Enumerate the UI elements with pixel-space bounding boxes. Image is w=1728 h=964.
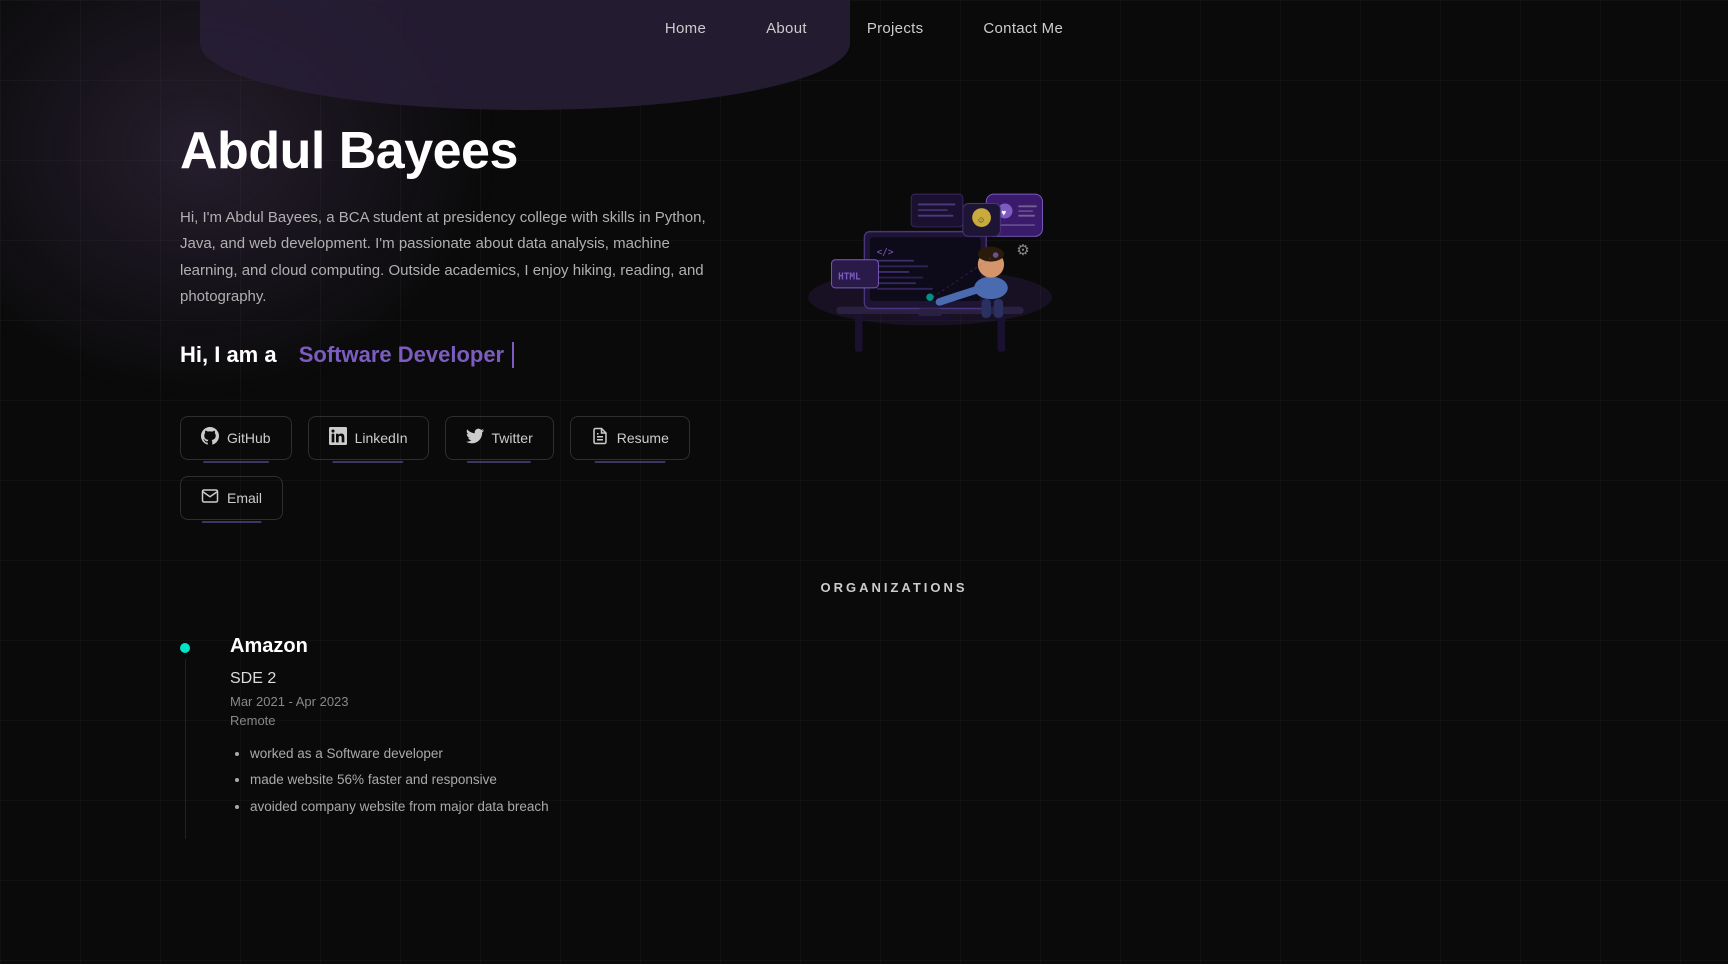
org-dates: Mar 2021 - Apr 2023 — [230, 694, 1608, 709]
nav-about[interactable]: About — [766, 20, 807, 37]
svg-text:HTML: HTML — [838, 271, 861, 282]
organizations-title: ORGANIZATIONS — [180, 580, 1608, 595]
tagline: Hi, I am a Software Developer — [180, 342, 720, 368]
nav-projects[interactable]: Projects — [867, 20, 924, 37]
hero-name: Abdul Bayees — [180, 121, 720, 181]
github-label: GitHub — [227, 430, 271, 446]
timeline-line — [180, 635, 190, 839]
email-icon — [201, 487, 219, 509]
twitter-label: Twitter — [492, 430, 533, 446]
social-links: GitHub LinkedIn Twitter — [180, 416, 720, 520]
github-button[interactable]: GitHub — [180, 416, 292, 460]
twitter-underline — [467, 461, 531, 463]
org-bullet-1: worked as a Software developer — [250, 744, 1608, 764]
github-icon — [201, 427, 219, 449]
tagline-prefix: Hi, I am a — [180, 342, 277, 368]
linkedin-icon — [329, 427, 347, 449]
svg-text:⚙: ⚙ — [1016, 242, 1029, 259]
org-bullet-3: avoided company website from major data … — [250, 797, 1608, 817]
email-underline — [201, 521, 262, 523]
email-button[interactable]: Email — [180, 476, 283, 520]
org-bullet-2: made website 56% faster and responsive — [250, 770, 1608, 790]
nav-home[interactable]: Home — [665, 20, 706, 37]
resume-icon — [591, 427, 609, 449]
hero-section: Abdul Bayees Hi, I'm Abdul Bayees, a BCA… — [180, 121, 720, 520]
org-details: Amazon SDE 2 Mar 2021 - Apr 2023 Remote … — [230, 635, 1608, 823]
org-name: Amazon — [230, 635, 1608, 658]
org-timeline: Amazon SDE 2 Mar 2021 - Apr 2023 Remote … — [180, 635, 1608, 839]
navbar: Home About Projects Contact Me — [0, 0, 1728, 61]
twitter-button[interactable]: Twitter — [445, 416, 554, 460]
linkedin-underline — [332, 461, 403, 463]
org-location: Remote — [230, 713, 1608, 728]
nav-contact[interactable]: Contact Me — [983, 20, 1063, 37]
organizations-section: ORGANIZATIONS Amazon SDE 2 Mar 2021 - Ap… — [0, 560, 1728, 879]
resume-label: Resume — [617, 430, 669, 446]
twitter-icon — [466, 427, 484, 449]
resume-button[interactable]: Resume — [570, 416, 690, 460]
svg-text:♥: ♥ — [1001, 208, 1006, 218]
org-bullets: worked as a Software developer made webs… — [230, 744, 1608, 817]
linkedin-label: LinkedIn — [355, 430, 408, 446]
dev-illustration-svg: </> HTML — [780, 101, 1080, 381]
hero-bio: Hi, I'm Abdul Bayees, a BCA student at p… — [180, 205, 720, 310]
svg-text:</>: </> — [877, 247, 894, 258]
tagline-role: Software Developer — [299, 342, 504, 368]
hero-image: </> HTML — [760, 101, 1100, 381]
resume-underline — [594, 461, 665, 463]
org-role: SDE 2 — [230, 670, 1608, 688]
timeline-dot — [180, 643, 190, 653]
timeline-vertical-line — [185, 659, 186, 839]
linkedin-button[interactable]: LinkedIn — [308, 416, 429, 460]
github-underline — [203, 461, 269, 463]
main-content: Abdul Bayees Hi, I'm Abdul Bayees, a BCA… — [0, 61, 1728, 560]
cursor-blink — [512, 342, 514, 368]
svg-text:☺: ☺ — [977, 214, 986, 224]
email-label: Email — [227, 490, 262, 506]
